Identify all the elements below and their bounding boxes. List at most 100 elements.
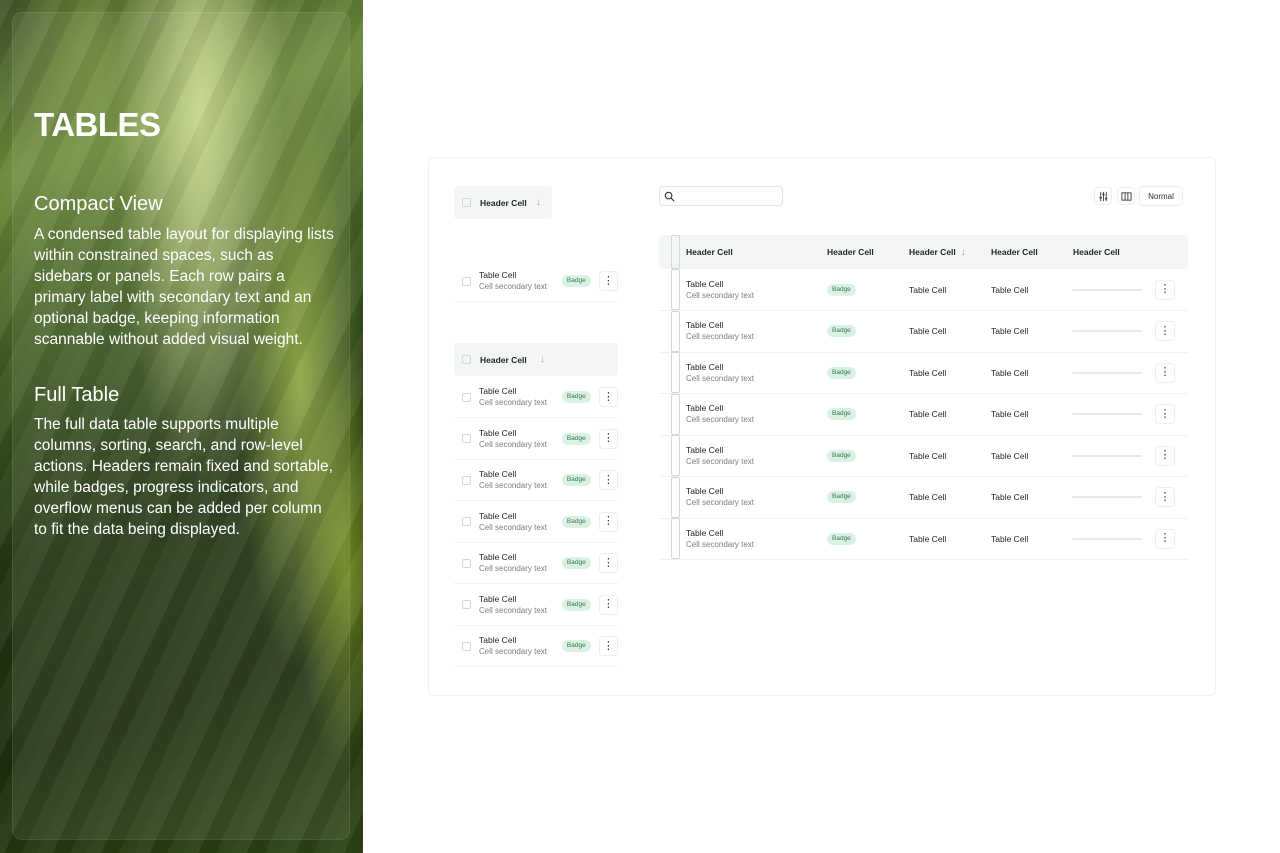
more-vertical-icon[interactable]: ⋮ [1155, 362, 1175, 383]
header-checkbox[interactable] [462, 355, 471, 364]
table-row[interactable]: Table Cell Cell secondary text Badge Table … [659, 518, 1188, 560]
cell-title: Table Cell [686, 320, 724, 330]
table-row[interactable]: Table Cell Cell secondary text Badge Table … [659, 269, 1188, 311]
columns-icon[interactable] [1117, 187, 1135, 205]
cell-secondary-text: Cell secondary text [686, 290, 755, 300]
row-checkbox[interactable] [671, 352, 680, 393]
cell-secondary-text: Cell secondary text [479, 647, 548, 656]
cell-secondary-text: Cell secondary text [479, 439, 548, 449]
status-badge: Badge [827, 449, 856, 462]
row-checkbox[interactable] [462, 392, 471, 402]
compact-list-row[interactable]: Table Cell Cell secondary text Badge ⋮ [454, 377, 618, 418]
more-vertical-icon[interactable]: ⋮ [598, 271, 618, 291]
row-checkbox[interactable] [462, 558, 471, 568]
row-checkbox[interactable] [462, 600, 471, 609]
row-text: Table Cell Cell secondary text [479, 428, 554, 450]
status-badge: Badge [561, 557, 591, 569]
table-cell: Table Cell [991, 409, 1029, 419]
column-header[interactable]: Header Cell [686, 235, 733, 269]
row-checkbox[interactable] [671, 435, 680, 476]
compact-list-row[interactable]: Table Cell Cell secondary text Badge ⋮ [454, 543, 618, 584]
more-vertical-icon[interactable]: ⋮ [598, 387, 618, 407]
progress-bar [1072, 496, 1142, 498]
badge-cell: Badge [827, 518, 856, 559]
cell-secondary-text: Cell secondary text [479, 398, 548, 407]
status-badge: Badge [827, 366, 856, 379]
column-header[interactable]: Header Cell [991, 235, 1038, 269]
status-badge: Badge [827, 532, 856, 545]
more-vertical-icon[interactable]: ⋮ [598, 636, 618, 656]
row-actions: ⋮ [1155, 435, 1175, 476]
compact-list-row[interactable]: Table Cell Cell secondary text Badge ⋮ [454, 419, 618, 460]
cell-title: Table Cell [479, 635, 517, 645]
row-checkbox[interactable] [462, 641, 471, 651]
column-header[interactable]: Header Cell [827, 235, 874, 269]
badge-cell: Badge [827, 435, 856, 476]
primary-cell: Table Cell Cell secondary text [686, 269, 754, 310]
compact-single-header[interactable]: Header Cell ↓ [454, 186, 552, 219]
arrow-down-icon[interactable]: ↓ [540, 354, 545, 365]
more-vertical-icon[interactable]: ⋮ [1155, 487, 1175, 507]
compact-list-row[interactable]: Table Cell Cell secondary text Badge ⋮ [454, 585, 618, 626]
arrow-down-icon[interactable]: ↓ [961, 247, 966, 258]
more-vertical-icon[interactable]: ⋮ [598, 594, 618, 615]
row-checkbox[interactable] [671, 269, 680, 310]
select-all-checkbox[interactable] [671, 235, 680, 269]
status-badge: Badge [561, 391, 591, 403]
table-cell: Table Cell [909, 492, 947, 502]
cell-title: Table Cell [479, 552, 517, 562]
row-text: Table Cell Cell secondary text [479, 469, 554, 491]
cell-secondary-text: Cell secondary text [479, 481, 548, 490]
row-actions: ⋮ [1155, 394, 1175, 435]
table-row[interactable]: Table Cell Cell secondary text Badge Table … [659, 435, 1188, 477]
table-row[interactable]: Table Cell Cell secondary text Badge Table … [659, 310, 1188, 353]
status-badge: Badge [561, 474, 591, 486]
table-row[interactable]: Table Cell Cell secondary text Badge Table … [659, 393, 1188, 436]
more-vertical-icon[interactable]: ⋮ [1155, 528, 1175, 549]
more-vertical-icon[interactable]: ⋮ [598, 428, 618, 449]
compact-single-row[interactable]: Table Cell Cell secondary text Badge ⋮ [454, 261, 618, 302]
row-text: Table Cell Cell secondary text [479, 635, 554, 657]
cell-title: Table Cell [479, 469, 517, 479]
row-checkbox[interactable] [462, 434, 471, 443]
sliders-icon[interactable] [1094, 187, 1112, 205]
status-badge: Badge [561, 515, 591, 528]
compact-list-row[interactable]: Table Cell Cell secondary text Badge ⋮ [454, 460, 618, 501]
row-checkbox[interactable] [671, 476, 680, 518]
row-checkbox[interactable] [671, 393, 680, 435]
row-checkbox[interactable] [462, 475, 471, 485]
table-row[interactable]: Table Cell Cell secondary text Badge Table … [659, 352, 1188, 394]
cell-secondary-text: Cell secondary text [479, 522, 548, 532]
density-select[interactable]: Normal [1139, 186, 1183, 206]
primary-cell: Table Cell Cell secondary text [686, 311, 754, 352]
more-vertical-icon[interactable]: ⋮ [598, 511, 618, 532]
header-label: Header Cell [480, 197, 527, 208]
primary-cell: Table Cell Cell secondary text [686, 518, 754, 559]
more-vertical-icon[interactable]: ⋮ [1155, 445, 1175, 466]
column-header-sorted[interactable]: Header Cell ↓ [909, 235, 966, 269]
row-checkbox[interactable] [671, 518, 680, 559]
more-vertical-icon[interactable]: ⋮ [598, 470, 618, 490]
row-text: Table Cell Cell secondary text [479, 270, 554, 292]
more-vertical-icon[interactable]: ⋮ [1155, 321, 1175, 341]
compact-list-row[interactable]: Table Cell Cell secondary text Badge ⋮ [454, 502, 618, 543]
header-checkbox[interactable] [462, 198, 471, 207]
more-vertical-icon[interactable]: ⋮ [1155, 404, 1175, 424]
more-vertical-icon[interactable]: ⋮ [1155, 279, 1175, 300]
column-header[interactable]: Header Cell [1073, 235, 1120, 269]
progress-bar [1072, 371, 1142, 374]
search-input[interactable] [659, 186, 783, 206]
arrow-down-icon[interactable]: ↓ [536, 197, 541, 208]
more-vertical-icon[interactable]: ⋮ [598, 553, 618, 573]
row-actions: ⋮ [1155, 518, 1175, 559]
table-row[interactable]: Table Cell Cell secondary text Badge Table … [659, 476, 1188, 519]
row-checkbox[interactable] [671, 310, 680, 352]
cell-title: Table Cell [686, 403, 724, 413]
row-checkbox[interactable] [462, 517, 471, 526]
row-checkbox[interactable] [462, 276, 471, 286]
compact-list-header[interactable]: Header Cell ↓ [454, 343, 618, 376]
cell-title: Table Cell [686, 444, 724, 455]
row-text: Table Cell Cell secondary text [479, 386, 554, 408]
compact-list-row[interactable]: Table Cell Cell secondary text Badge ⋮ [454, 626, 618, 667]
table-cell: Table Cell [991, 450, 1029, 461]
